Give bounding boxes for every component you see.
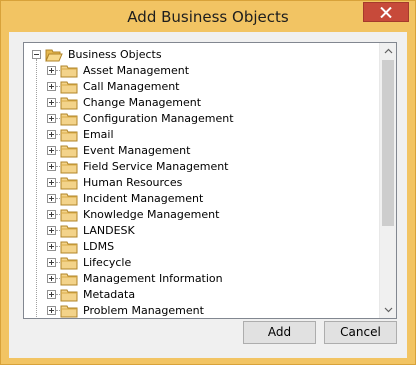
cancel-button[interactable]: Cancel [324,321,397,344]
tree-item[interactable]: Event Management [47,143,307,159]
scroll-thumb[interactable] [382,60,394,226]
expand-plus-icon[interactable] [47,194,56,203]
tree-item-label: Change Management [83,96,202,109]
expand-plus-icon[interactable] [47,210,56,219]
vertical-scrollbar[interactable] [379,43,396,318]
expand-plus-icon[interactable] [47,226,56,235]
folder-icon [60,241,78,254]
tree-item-label: LDMS [83,240,115,253]
tree-item[interactable]: Call Management [47,79,307,95]
scroll-up-icon [384,48,393,54]
tree-item-label: Configuration Management [83,112,234,125]
tree-item[interactable]: Metadata [47,287,307,303]
tree-item[interactable]: Human Resources [47,175,307,191]
expand-plus-icon[interactable] [47,162,56,171]
folder-icon [60,193,78,206]
folder-icon [60,257,78,270]
expand-plus-icon[interactable] [47,146,56,155]
scroll-up-button[interactable] [380,43,396,60]
tree-item-label: Problem Management [83,304,204,317]
dialog-title: Add Business Objects [127,8,289,26]
expand-plus-icon[interactable] [47,66,56,75]
expand-plus-icon[interactable] [47,98,56,107]
title-bar[interactable]: Add Business Objects [1,1,415,33]
folder-open-icon [45,49,63,62]
expand-plus-icon[interactable] [47,290,56,299]
close-button[interactable] [363,2,409,22]
tree-item[interactable]: Configuration Management [47,111,307,127]
add-button[interactable]: Add [243,321,316,344]
expand-plus-icon[interactable] [47,242,56,251]
tree-item[interactable]: LDMS [47,239,307,255]
folder-icon [60,289,78,302]
folder-icon [60,145,78,158]
folder-icon [60,81,78,94]
dialog-client-area: Business Objects Asset Management Call Ma… [9,32,407,358]
tree-item[interactable]: Incident Management [47,191,307,207]
expand-plus-icon[interactable] [47,178,56,187]
tree-item-label: Asset Management [83,64,190,77]
tree-item-label: LANDESK [83,224,135,237]
folder-icon [60,129,78,142]
tree-item-label: Management Information [83,272,223,285]
folder-icon [60,225,78,238]
tree-item-label: Incident Management [83,192,204,205]
tree-item[interactable]: Problem Management [47,303,307,318]
collapse-minus-icon[interactable] [32,50,41,59]
tree-item-label: Email [83,128,114,141]
tree-item[interactable]: Knowledge Management [47,207,307,223]
expand-plus-icon[interactable] [47,258,56,267]
tree-item[interactable]: Asset Management [47,63,307,79]
dialog-window: Add Business Objects Business Objects As… [0,0,416,365]
expand-plus-icon[interactable] [47,130,56,139]
folder-icon [60,161,78,174]
folder-icon [60,177,78,190]
tree-item-label: Knowledge Management [83,208,220,221]
close-icon [380,7,392,18]
tree-item[interactable]: Management Information [47,271,307,287]
folder-icon [60,97,78,110]
expand-plus-icon[interactable] [47,306,56,315]
tree-item-label: Field Service Management [83,160,229,173]
tree-item-label: Human Resources [83,176,183,189]
tree-item[interactable]: LANDESK [47,223,307,239]
tree-item-label: Lifecycle [83,256,132,269]
folder-icon [60,305,78,318]
tree-item-label: Metadata [83,288,136,301]
expand-plus-icon[interactable] [47,82,56,91]
tree-root-label: Business Objects [68,48,162,61]
tree-item-label: Call Management [83,80,180,93]
tree-item-label: Event Management [83,144,191,157]
tree-item[interactable]: Email [47,127,307,143]
tree-guide-line [36,59,37,318]
folder-icon [60,65,78,78]
tree-item[interactable]: Lifecycle [47,255,307,271]
scroll-down-button[interactable] [380,301,396,318]
folder-icon [60,209,78,222]
expand-plus-icon[interactable] [47,274,56,283]
scroll-down-icon [384,307,393,313]
expand-plus-icon[interactable] [47,114,56,123]
tree-item[interactable]: Field Service Management [47,159,307,175]
business-objects-tree[interactable]: Business Objects Asset Management Call Ma… [23,42,397,319]
folder-icon [60,273,78,286]
folder-icon [60,113,78,126]
tree-root-node[interactable]: Business Objects [32,47,172,63]
tree-item[interactable]: Change Management [47,95,307,111]
